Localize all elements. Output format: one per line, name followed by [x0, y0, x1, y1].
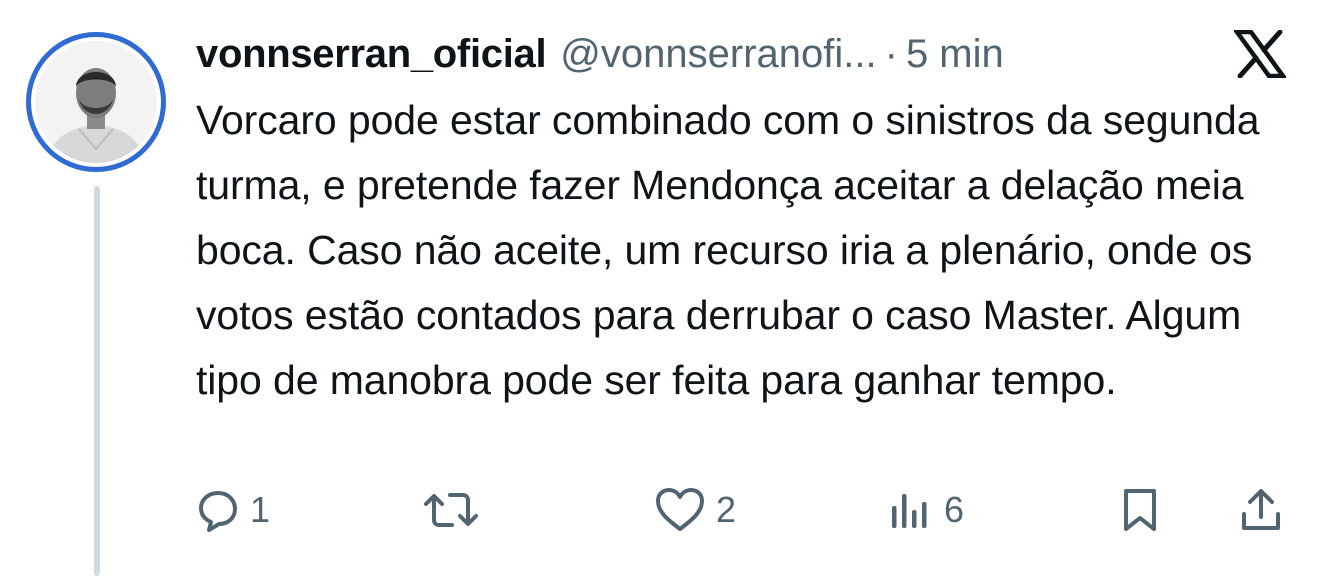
avatar[interactable] [26, 32, 166, 172]
repost-icon [418, 488, 484, 532]
action-bar: 1 2 6 [0, 480, 1320, 540]
bookmark-icon [1118, 487, 1162, 533]
tweet-header: vonnserran_oficial @vonnserranofi... · 5… [196, 26, 1004, 82]
separator-dot: · [884, 32, 898, 76]
share-icon [1238, 487, 1284, 533]
reply-icon [196, 488, 240, 532]
reply-count: 1 [250, 489, 271, 530]
like-button[interactable]: 2 [654, 480, 736, 540]
user-handle[interactable]: @vonnserranofi... [560, 26, 876, 82]
share-button[interactable] [1238, 480, 1284, 540]
views-button[interactable]: 6 [888, 480, 964, 540]
views-icon [888, 488, 934, 532]
avatar-photo [35, 41, 157, 163]
reply-button[interactable]: 1 [196, 480, 270, 540]
tweet-text: Vorcaro pode estar combinado com o sinis… [196, 97, 1260, 403]
bookmark-button[interactable] [1118, 480, 1162, 540]
tweet-card[interactable]: vonnserran_oficial @vonnserranofi... · 5… [0, 0, 1320, 576]
views-count: 6 [944, 489, 965, 530]
x-logo-icon [1232, 29, 1288, 79]
heart-icon [654, 487, 706, 533]
like-count: 2 [716, 489, 737, 530]
display-name[interactable]: vonnserran_oficial [196, 26, 547, 82]
repost-button[interactable] [418, 480, 484, 540]
timestamp[interactable]: 5 min [906, 26, 1004, 82]
